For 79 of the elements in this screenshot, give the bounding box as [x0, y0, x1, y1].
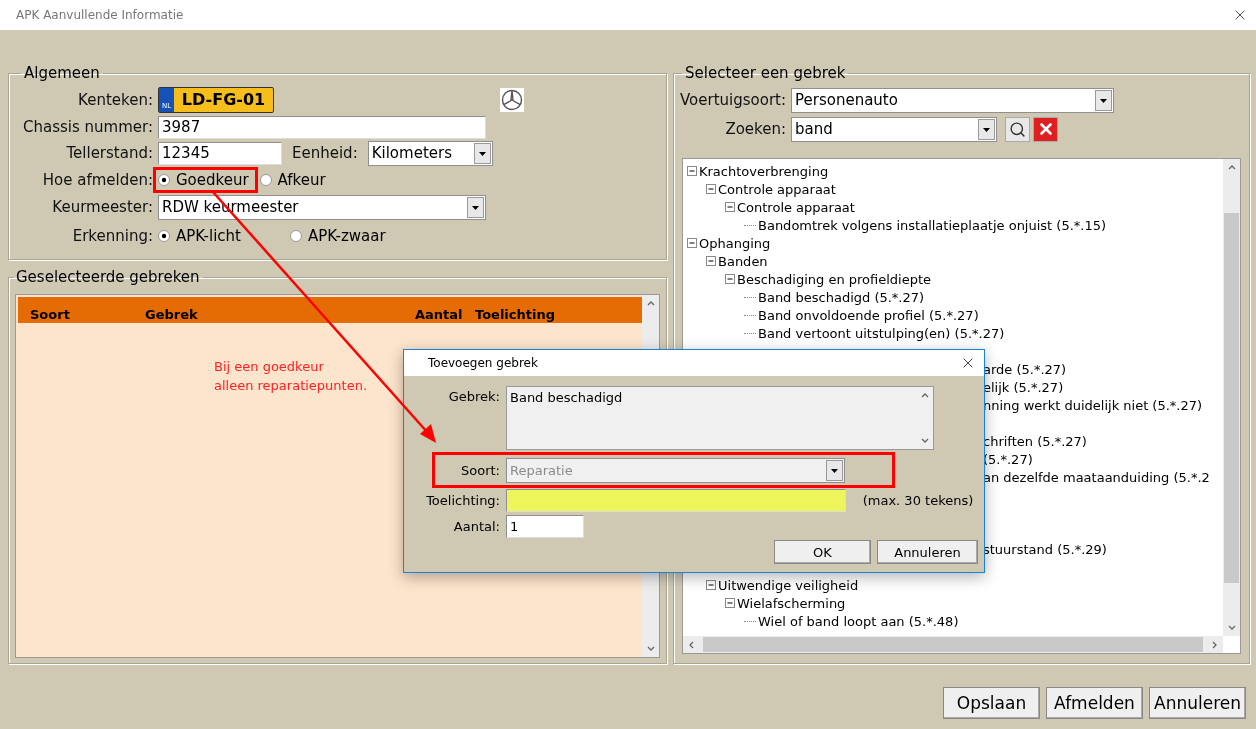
collapse-icon[interactable] — [725, 273, 736, 285]
field-label: Tellerstand: — [65, 144, 153, 162]
group-title: Selecteer een gebrek — [684, 64, 847, 82]
clear-button[interactable] — [1033, 116, 1058, 142]
hint-text: (max. 30 tekens) — [862, 492, 975, 508]
field-label: Soort: — [460, 463, 500, 478]
field-label: Aantal: — [452, 518, 500, 534]
collapse-icon[interactable] — [687, 237, 698, 249]
type-dropdown: Reparatie — [506, 458, 845, 483]
tree-item[interactable]: Beschadiging en profieldiepte — [737, 271, 932, 287]
unit-dropdown[interactable]: Kilometers — [367, 140, 493, 166]
column-header: Soort — [30, 307, 71, 323]
tree-item[interactable]: Wielafscherming — [737, 595, 846, 611]
tree-item[interactable]: chriften (5.*.27) — [983, 433, 1087, 449]
star-logo-icon — [500, 88, 524, 112]
collapse-icon[interactable] — [687, 165, 698, 177]
field-label: Toelichting: — [425, 492, 500, 508]
input-field[interactable]: 12345 — [158, 141, 282, 165]
column-header: Toelichting — [475, 307, 556, 323]
tree-item[interactable]: Bandomtrek volgens installatieplaatje onjuist (5.*.15) — [758, 217, 1107, 233]
quantity-field[interactable]: 1 — [506, 514, 584, 538]
group-title: Algemeen — [23, 64, 101, 82]
window-title: APK Aanvullende Informatie — [16, 8, 184, 22]
defect-text-area[interactable]: Band beschadigd — [506, 386, 934, 450]
tree-item[interactable]: Band beschadigd (5.*.27) — [758, 289, 925, 305]
tree-item[interactable]: Controle apparaat — [718, 181, 836, 197]
radio-button[interactable] — [289, 230, 302, 242]
tree-item[interactable]: Krachtoverbrenging — [699, 163, 829, 179]
search-icon — [1009, 120, 1026, 138]
field-label: Hoe afmelden: — [41, 171, 153, 189]
radio-button[interactable] — [158, 174, 170, 186]
scrollbar[interactable] — [683, 636, 1223, 653]
radio-option[interactable]: APK-zwaar — [284, 223, 395, 249]
tree-item[interactable]: Banden — [718, 253, 768, 269]
scroll-thumb[interactable] — [703, 637, 1203, 652]
tree-item[interactable]: (5.*.27) — [983, 451, 1033, 467]
comment-field[interactable] — [506, 488, 846, 512]
search-field[interactable]: band — [791, 116, 997, 142]
tree-item[interactable]: Controle apparaat — [737, 199, 855, 215]
collapse-icon[interactable] — [725, 597, 736, 609]
tree-item[interactable]: Uitwendige veiligheid — [718, 577, 859, 593]
tree-item[interactable]: Wiel of band loopt aan (5.*.48) — [758, 613, 959, 629]
dialog-button[interactable]: Opslaan — [943, 687, 1040, 719]
field-label: Erkenning: — [71, 227, 153, 245]
column-header: Aantal — [415, 307, 464, 323]
plate-number: LD-FG-01 — [180, 89, 267, 111]
radio-button[interactable] — [259, 174, 272, 186]
dialog-title: Toevoegen gebrek — [428, 356, 538, 370]
field-label: Kenteken: — [77, 91, 153, 109]
column-header: Gebrek — [145, 307, 199, 323]
tree-item[interactable]: arde (5.*.27) — [983, 361, 1067, 377]
search-button[interactable] — [1005, 116, 1030, 142]
vehicle-type-dropdown[interactable]: Personenauto — [791, 87, 1114, 113]
collapse-icon[interactable] — [706, 255, 717, 267]
collapse-icon[interactable] — [725, 201, 736, 213]
tree-item[interactable]: Ophanging — [699, 235, 771, 251]
field-label: Voertuigsoort: — [678, 91, 786, 109]
input-field[interactable]: 3987 — [158, 115, 486, 139]
dialog-button[interactable]: Annuleren — [877, 540, 978, 564]
field-label: Gebrek: — [447, 388, 500, 404]
dialog-button[interactable]: Annuleren — [1149, 687, 1246, 719]
radio-option[interactable]: APK-licht — [153, 223, 250, 249]
tree-item[interactable]: stuurstand (5.*.29) — [983, 541, 1107, 557]
tree-item[interactable]: Band vertoont uitstulping(en) (5.*.27) — [758, 325, 1005, 341]
collapse-icon[interactable] — [706, 579, 717, 591]
group-title: Geselecteerde gebreken — [15, 268, 201, 286]
field-label: Eenheid: — [292, 144, 358, 162]
radio-option[interactable]: Goedkeur — [153, 167, 258, 193]
field-label: Zoeken: — [724, 120, 786, 138]
annotation-note: Bij een goedkeur alleen reparatiepunten. — [214, 358, 368, 395]
radio-button[interactable] — [158, 230, 170, 242]
field-label: Keurmeester: — [51, 198, 153, 216]
dialog-button[interactable]: OK — [774, 540, 871, 564]
field-label: Chassis nummer: — [22, 118, 153, 136]
scrollbar[interactable] — [1223, 159, 1240, 636]
collapse-icon[interactable] — [706, 183, 717, 195]
scroll-thumb[interactable] — [1224, 212, 1239, 583]
dialog-button[interactable]: Afmelden — [1046, 687, 1143, 719]
tree-item[interactable]: Band onvoldoende profiel (5.*.27) — [758, 307, 979, 323]
